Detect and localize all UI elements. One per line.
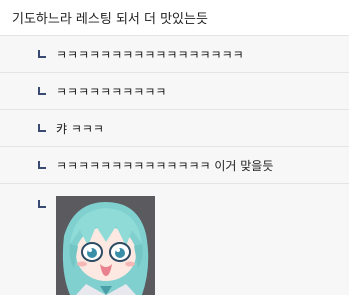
post-title-row[interactable]: 기도하느라 레스팅 되서 더 맛있는듯	[0, 0, 349, 36]
reply-text: ㅋㅋㅋㅋㅋㅋㅋㅋㅋㅋㅋㅋㅋㅋㅋㅋㅋ	[56, 47, 244, 62]
reply-arrow-icon	[38, 124, 46, 132]
reply-text: ㅋㅋㅋㅋㅋㅋㅋㅋㅋㅋ	[56, 84, 167, 99]
reply-item[interactable]: ㅋㅋㅋㅋㅋㅋㅋㅋㅋㅋ	[0, 73, 349, 110]
reply-arrow-icon	[38, 200, 46, 208]
reply-arrow-icon	[38, 161, 46, 169]
reply-text: 캬 ㅋㅋㅋ	[56, 121, 104, 136]
anime-sticker-image[interactable]	[56, 196, 155, 295]
reply-item[interactable]: 캬 ㅋㅋㅋ	[0, 110, 349, 147]
reply-arrow-icon	[38, 50, 46, 58]
reply-arrow-icon	[38, 87, 46, 95]
reply-item[interactable]: ㅋㅋㅋㅋㅋㅋㅋㅋㅋㅋㅋㅋㅋㅋ 이거 맞을듯	[0, 147, 349, 184]
reply-text: ㅋㅋㅋㅋㅋㅋㅋㅋㅋㅋㅋㅋㅋㅋ 이거 맞을듯	[56, 158, 274, 173]
reply-item-image[interactable]	[0, 184, 349, 295]
reply-item[interactable]: ㅋㅋㅋㅋㅋㅋㅋㅋㅋㅋㅋㅋㅋㅋㅋㅋㅋ	[0, 36, 349, 73]
post-title: 기도하느라 레스팅 되서 더 맛있는듯	[12, 12, 208, 27]
